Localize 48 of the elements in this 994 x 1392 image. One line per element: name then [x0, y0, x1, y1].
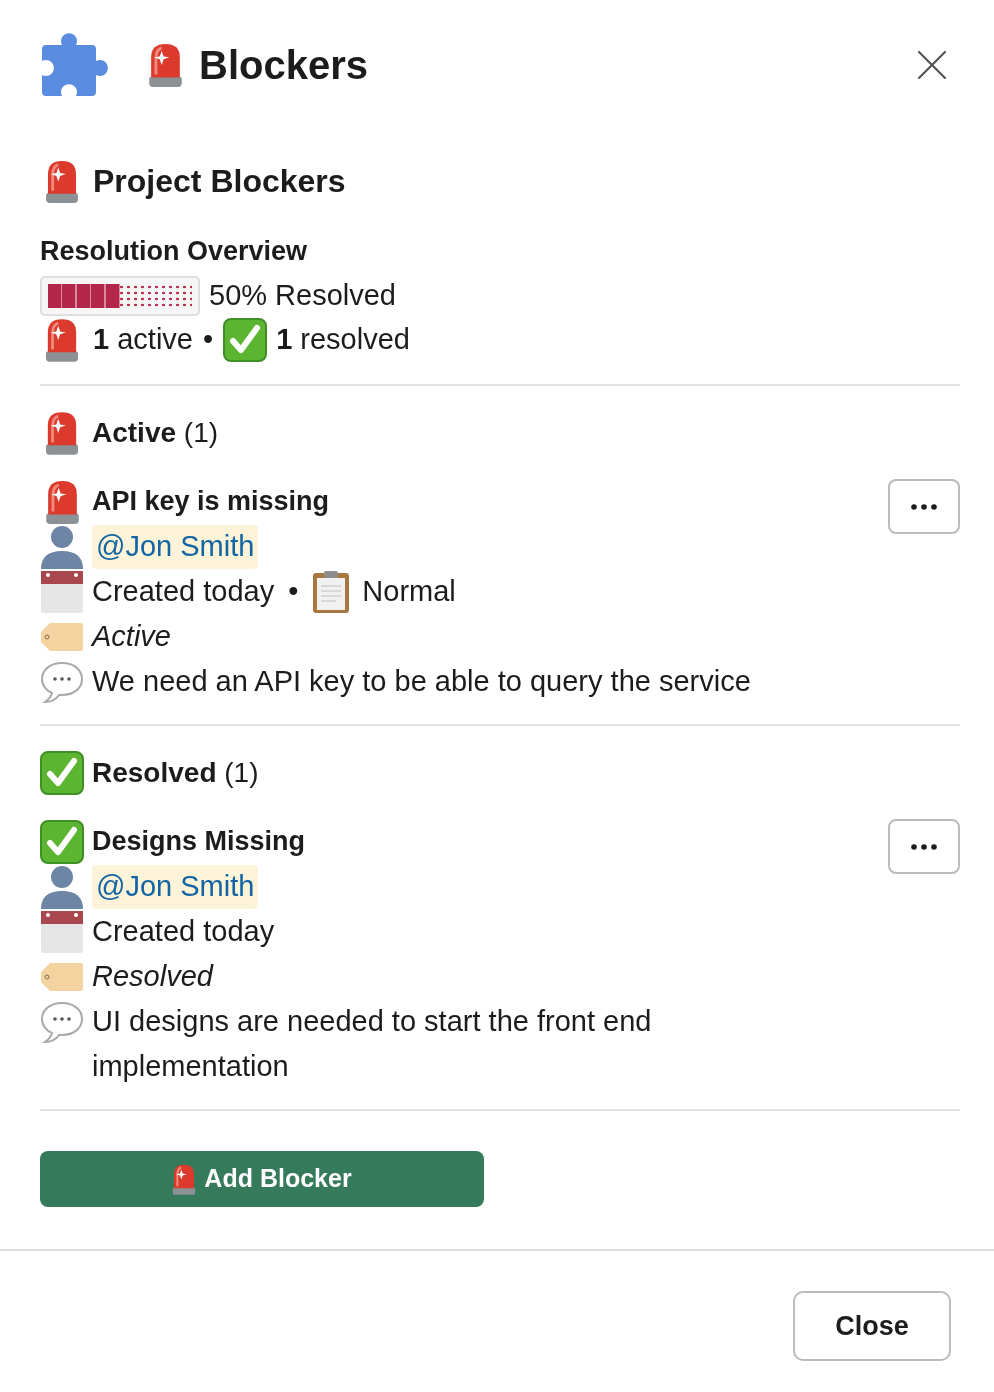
separator-bullet: • — [288, 573, 299, 609]
progress-reading: 50% Resolved — [209, 278, 396, 314]
created-date: Created today — [92, 573, 275, 609]
priority-text: Normal — [362, 573, 456, 609]
section-title: Project Blockers — [93, 162, 346, 201]
blocker-description: UI designs are needed to start the front end implementation — [92, 1004, 653, 1084]
close-button[interactable]: Close — [793, 1291, 951, 1361]
siren-icon — [172, 1163, 197, 1195]
more-icon — [911, 843, 937, 850]
modal-title: Blockers — [199, 45, 368, 85]
puzzle-piece-icon — [42, 33, 108, 97]
active-count: 1 active — [93, 322, 193, 358]
group-heading: Resolved (1) — [92, 756, 259, 790]
check-mark-icon — [40, 751, 84, 795]
overflow-menu-button[interactable] — [888, 479, 960, 534]
siren-icon — [45, 411, 79, 455]
status-text: Resolved — [92, 958, 213, 994]
status-text: Active — [92, 618, 171, 654]
close-button[interactable] — [918, 51, 946, 79]
user-mention-link[interactable]: @Jon Smith — [92, 864, 259, 909]
check-mark-icon — [223, 318, 268, 362]
separator-bullet: • — [202, 322, 214, 358]
siren-icon — [45, 318, 79, 362]
blocker-description: We need an API key to be able to query the service — [92, 664, 752, 699]
siren-icon — [148, 43, 183, 87]
overflow-menu-button[interactable] — [888, 819, 960, 874]
calendar-icon — [40, 909, 84, 954]
calendar-icon — [40, 569, 84, 614]
speech-bubble-icon — [40, 661, 84, 703]
created-date: Created today — [92, 913, 275, 949]
speech-bubble-icon — [40, 1001, 84, 1043]
user-mention-link[interactable]: @Jon Smith — [92, 524, 259, 569]
resolved-count: 1 resolved — [276, 322, 410, 358]
check-mark-icon — [40, 819, 84, 864]
close-icon — [918, 51, 946, 79]
siren-icon — [44, 479, 80, 524]
group-heading: Active (1) — [92, 416, 219, 450]
tag-icon — [40, 621, 84, 652]
person-silhouette-icon — [40, 524, 84, 569]
blocker-title: Designs Missing — [92, 825, 306, 859]
person-silhouette-icon — [40, 864, 84, 909]
clipboard-icon — [312, 569, 351, 614]
siren-icon — [45, 159, 79, 203]
blocker-title: API key is missing — [92, 485, 330, 519]
overview-heading: Resolution Overview — [40, 234, 308, 268]
add-blocker-button[interactable]: Add Blocker — [40, 1151, 484, 1207]
tag-icon — [40, 961, 84, 992]
more-icon — [911, 503, 937, 510]
